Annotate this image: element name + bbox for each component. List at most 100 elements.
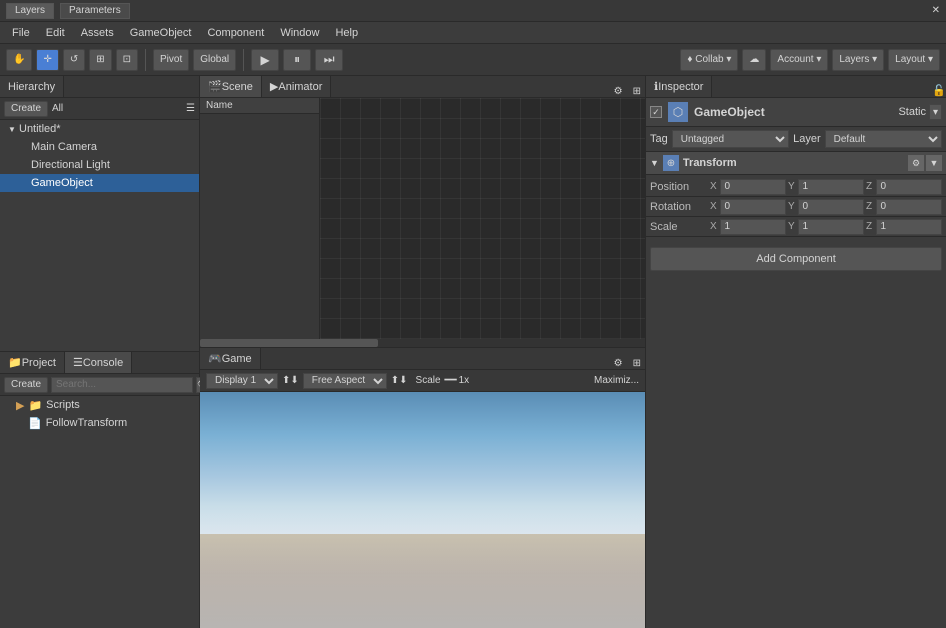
tree-item-untitled[interactable]: ▼ Untitled*	[0, 120, 199, 138]
rotation-row: Rotation X Y Z	[646, 197, 946, 217]
menu-assets[interactable]: Assets	[73, 25, 122, 41]
layers-button[interactable]: Layers ▾	[832, 49, 884, 71]
scale-x-input[interactable]	[720, 219, 786, 235]
static-dropdown-button[interactable]: ▾	[929, 104, 942, 120]
tab-project[interactable]: 📁 Project	[0, 352, 65, 373]
transform-icon-img: ⊕	[667, 158, 675, 169]
toolbar: ✋ ✛ ↺ ⊞ ⊡ Pivot Global ▶ ⏸ ⏭ ♦ Collab ▾ …	[0, 44, 946, 76]
menu-edit[interactable]: Edit	[38, 25, 73, 41]
hierarchy-menu-icon[interactable]: ☰	[186, 103, 195, 114]
tree-item-gameobject[interactable]: GameObject	[0, 174, 199, 192]
scale-z-input[interactable]	[876, 219, 942, 235]
animator-grid[interactable]	[320, 98, 645, 347]
hierarchy-create-button[interactable]: Create	[4, 101, 48, 117]
transform-name: Transform	[683, 157, 904, 169]
menu-file[interactable]: File	[4, 25, 38, 41]
rotation-xyz: X Y Z	[710, 199, 942, 215]
project-item-label-follow: FollowTransform	[46, 417, 128, 429]
layer-select[interactable]: Default	[825, 130, 942, 148]
tab-hierarchy[interactable]: Hierarchy	[0, 76, 64, 97]
project-tab-icon: 📁	[8, 356, 22, 369]
position-x-field: X	[710, 179, 786, 195]
gameobject-name[interactable]: GameObject	[694, 105, 892, 119]
rotation-y-input[interactable]	[798, 199, 864, 215]
scale-y-input[interactable]	[798, 219, 864, 235]
transform-icon: ⊕	[663, 155, 679, 171]
tree-item-label-gameobject: GameObject	[31, 177, 93, 189]
project-tree: ▶ 📁 Scripts 📄 FollowTransform	[0, 396, 199, 628]
tab-console[interactable]: ☰ Console	[65, 352, 132, 373]
scene-settings-icon[interactable]: ⚙	[608, 86, 629, 97]
play-button[interactable]: ▶	[251, 49, 279, 71]
position-x-input[interactable]	[720, 179, 786, 195]
rotation-z-input[interactable]	[876, 199, 942, 215]
project-create-button[interactable]: Create	[4, 377, 48, 393]
scene-maximize-icon[interactable]: ⊞	[629, 86, 645, 97]
project-item-scripts[interactable]: ▶ 📁 Scripts	[0, 396, 199, 414]
game-maximize-icon[interactable]: ⊞	[629, 358, 645, 369]
tab-scene[interactable]: 🎬 Scene	[200, 76, 262, 97]
animator-close-icon[interactable]: ✕	[932, 5, 940, 16]
toolbar-right: ♦ Collab ▾ ☁ Account ▾ Layers ▾ Layout ▾	[680, 49, 940, 71]
animator-scrollbar[interactable]	[200, 339, 645, 347]
hierarchy-toolbar: Create All ☰	[0, 98, 199, 120]
step-button[interactable]: ⏭	[315, 49, 343, 71]
inspector-lock-icon[interactable]: 🔓	[932, 84, 946, 97]
position-y-input[interactable]	[798, 179, 864, 195]
global-button[interactable]: Global	[193, 49, 236, 71]
go-icon-img: ⬡	[673, 105, 683, 119]
tag-select[interactable]: Untagged	[672, 130, 789, 148]
aspect-select[interactable]: Free Aspect	[303, 373, 387, 389]
scale-z-field: Z	[866, 219, 942, 235]
main-layout: Hierarchy Create All ☰ ▼ Untitled* Main …	[0, 76, 946, 628]
display-select[interactable]: Display 1	[206, 373, 278, 389]
tree-item-main-camera[interactable]: Main Camera	[0, 138, 199, 156]
cloud-button[interactable]: ☁	[742, 49, 766, 71]
display-arrows: ⬆⬇	[282, 375, 299, 386]
tab-inspector[interactable]: ℹ Inspector	[646, 76, 712, 97]
move-tool[interactable]: ✛	[36, 49, 58, 71]
project-item-followtransform[interactable]: 📄 FollowTransform	[0, 414, 199, 432]
project-search[interactable]	[51, 377, 193, 393]
transform-more-btn[interactable]: ▼	[926, 155, 942, 171]
menu-gameobject[interactable]: GameObject	[122, 25, 200, 41]
rotation-x-input[interactable]	[720, 199, 786, 215]
script-icon: 📄	[28, 417, 42, 430]
menu-component[interactable]: Component	[199, 25, 272, 41]
scale-label: Scale	[416, 375, 441, 386]
hierarchy-tab-bar: Hierarchy	[0, 76, 199, 98]
tab-game[interactable]: 🎮 Game	[200, 348, 261, 369]
menu-window[interactable]: Window	[272, 25, 327, 41]
rect-tool[interactable]: ⊡	[116, 49, 138, 71]
add-component-button[interactable]: Add Component	[650, 247, 942, 271]
layer-label: Layer	[793, 133, 821, 145]
transform-header[interactable]: ▼ ⊕ Transform ⚙ ▼	[646, 152, 946, 175]
hierarchy-panel: Hierarchy Create All ☰ ▼ Untitled* Main …	[0, 76, 200, 628]
animator-params-tab[interactable]: Parameters	[60, 3, 130, 19]
gameobject-row: ✓ ⬡ GameObject Static ▾	[646, 98, 946, 127]
folder-icon-scripts: ▶	[16, 399, 24, 412]
hand-tool[interactable]: ✋	[6, 49, 32, 71]
tree-item-directional-light[interactable]: Directional Light	[0, 156, 199, 174]
pivot-button[interactable]: Pivot	[153, 49, 189, 71]
gameobject-active-checkbox[interactable]: ✓	[650, 106, 662, 118]
account-button[interactable]: Account ▾	[770, 49, 828, 71]
scale-label-tf: Scale	[650, 221, 710, 233]
inspector-tab-bar: ℹ Inspector 🔓	[646, 76, 946, 98]
tab-animator[interactable]: ▶ Animator	[262, 76, 332, 97]
menu-help[interactable]: Help	[327, 25, 366, 41]
separator-2	[243, 49, 244, 71]
layout-button[interactable]: Layout ▾	[888, 49, 940, 71]
pause-button[interactable]: ⏸	[283, 49, 311, 71]
animator-layers-tab[interactable]: Layers	[6, 3, 54, 19]
z-label-rot: Z	[866, 201, 874, 212]
game-settings-icon[interactable]: ⚙	[608, 358, 629, 369]
position-z-input[interactable]	[876, 179, 942, 195]
rotation-z-field: Z	[866, 199, 942, 215]
collab-button[interactable]: ♦ Collab ▾	[680, 49, 738, 71]
rotate-tool[interactable]: ↺	[63, 49, 85, 71]
scale-tool[interactable]: ⊞	[89, 49, 111, 71]
transform-settings-btn[interactable]: ⚙	[908, 155, 924, 171]
static-label: Static	[898, 106, 926, 118]
tree-item-label-camera: Main Camera	[31, 141, 97, 153]
